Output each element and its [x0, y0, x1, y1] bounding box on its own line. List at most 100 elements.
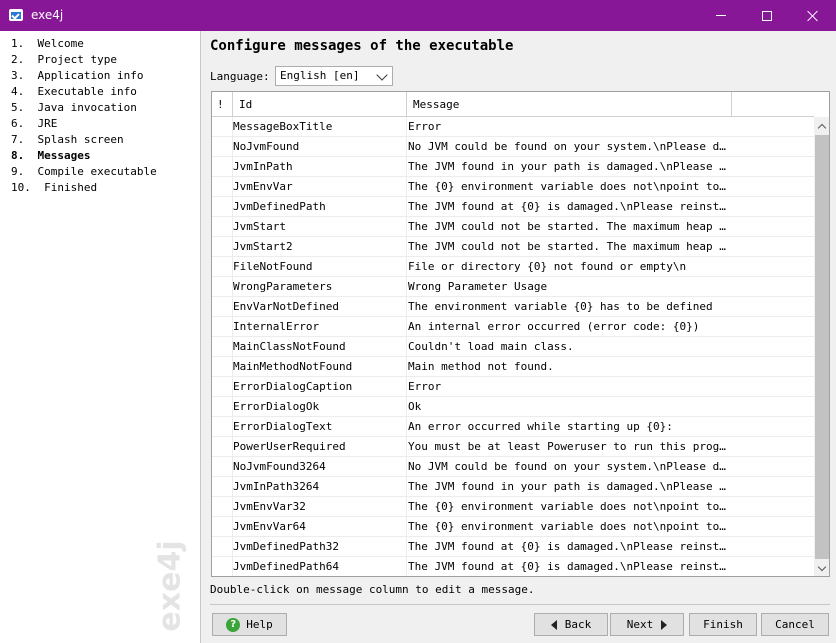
- table-row[interactable]: ErrorDialogOk Ok: [212, 397, 814, 417]
- minimize-button[interactable]: [698, 0, 744, 31]
- table-cell-flag: [212, 337, 233, 357]
- table-cell-id: MessageBoxTitle: [233, 117, 407, 137]
- step-application-info[interactable]: 3. Application info: [11, 68, 143, 84]
- step-java-invocation[interactable]: 5. Java invocation: [11, 100, 137, 116]
- table-cell-message[interactable]: The JVM found at {0} is damaged.\nPlease…: [407, 197, 732, 217]
- finish-button-label: Finish: [703, 618, 743, 631]
- scrollbar-thumb[interactable]: [815, 135, 829, 559]
- table-cell-id: JvmInPath: [233, 157, 407, 177]
- table-cell-message[interactable]: An internal error occurred (error code: …: [407, 317, 732, 337]
- step-finished[interactable]: 10. Finished: [11, 180, 97, 196]
- help-icon: ?: [226, 617, 241, 632]
- column-header-id[interactable]: Id: [233, 92, 407, 117]
- table-row[interactable]: WrongParameters Wrong Parameter Usage: [212, 277, 814, 297]
- step-compile-executable[interactable]: 9. Compile executable: [11, 164, 157, 180]
- column-header-message[interactable]: Message: [407, 92, 732, 117]
- table-row[interactable]: JvmInPath The JVM found in your path is d…: [212, 157, 814, 177]
- table-cell-message[interactable]: You must be at least Poweruser to run th…: [407, 437, 732, 457]
- step-splash-screen[interactable]: 7. Splash screen: [11, 132, 124, 148]
- table-cell-message[interactable]: An error occurred while starting up {0}:: [407, 417, 732, 437]
- table-cell-message[interactable]: Error: [407, 377, 732, 397]
- table-cell-message[interactable]: The JVM found at {0} is damaged.\nPlease…: [407, 537, 732, 557]
- table-row[interactable]: JvmEnvVar The {0} environment variable do…: [212, 177, 814, 197]
- table-row[interactable]: JvmEnvVar64 The {0} environment variable …: [212, 517, 814, 537]
- table-cell-flag: [212, 557, 233, 576]
- table-row[interactable]: JvmDefinedPath64 The JVM found at {0} is …: [212, 557, 814, 576]
- table-row[interactable]: JvmInPath3264 The JVM found in your path …: [212, 477, 814, 497]
- table-cell-message[interactable]: Ok: [407, 397, 732, 417]
- table-cell-id: ErrorDialogCaption: [233, 377, 407, 397]
- table-row[interactable]: MainMethodNotFound Main method not found.: [212, 357, 814, 377]
- table-cell-message[interactable]: The JVM could not be started. The maximu…: [407, 217, 732, 237]
- help-button-label: Help: [246, 618, 273, 631]
- table-cell-id: PowerUserRequired: [233, 437, 407, 457]
- table-cell-message[interactable]: The JVM found in your path is damaged.\n…: [407, 157, 732, 177]
- table-cell-message[interactable]: The {0} environment variable does not\np…: [407, 517, 732, 537]
- back-button[interactable]: Back: [534, 613, 608, 636]
- column-header-flag[interactable]: !: [212, 92, 233, 117]
- table-row[interactable]: ErrorDialogText An error occurred while s…: [212, 417, 814, 437]
- table-row[interactable]: NoJvmFound No JVM could be found on your …: [212, 137, 814, 157]
- step-jre[interactable]: 6. JRE: [11, 116, 57, 132]
- table-row[interactable]: MainClassNotFound Couldn't load main clas…: [212, 337, 814, 357]
- table-row[interactable]: MessageBoxTitle Error: [212, 117, 814, 137]
- table-cell-id: JvmEnvVar32: [233, 497, 407, 517]
- maximize-icon: [762, 10, 772, 21]
- table-row[interactable]: JvmStart2 The JVM could not be started. T…: [212, 237, 814, 257]
- table-row[interactable]: JvmStart The JVM could not be started. Th…: [212, 217, 814, 237]
- table-cell-message[interactable]: The environment variable {0} has to be d…: [407, 297, 732, 317]
- help-button[interactable]: ? Help: [212, 613, 287, 636]
- cancel-button[interactable]: Cancel: [761, 613, 829, 636]
- table-row[interactable]: InternalError An internal error occurred …: [212, 317, 814, 337]
- arrow-left-icon: [550, 619, 557, 630]
- scroll-down-button[interactable]: [814, 560, 829, 576]
- table-row[interactable]: PowerUserRequired You must be at least Po…: [212, 437, 814, 457]
- table-cell-flag: [212, 197, 233, 217]
- table-row[interactable]: EnvVarNotDefined The environment variable…: [212, 297, 814, 317]
- table-row[interactable]: JvmEnvVar32 The {0} environment variable …: [212, 497, 814, 517]
- table-cell-message[interactable]: No JVM could be found on your system.\nP…: [407, 457, 732, 477]
- close-button[interactable]: [790, 0, 836, 31]
- title-bar: exe4j: [0, 0, 836, 31]
- table-cell-message[interactable]: The {0} environment variable does not\np…: [407, 497, 732, 517]
- step-project-type[interactable]: 2. Project type: [11, 52, 117, 68]
- cancel-button-label: Cancel: [775, 618, 815, 631]
- table-cell-message[interactable]: The JVM found in your path is damaged.\n…: [407, 477, 732, 497]
- table-row[interactable]: NoJvmFound3264 No JVM could be found on y…: [212, 457, 814, 477]
- finish-button[interactable]: Finish: [689, 613, 757, 636]
- back-button-label: Back: [564, 618, 592, 631]
- table-cell-flag: [212, 517, 233, 537]
- step-welcome[interactable]: 1. Welcome: [11, 36, 84, 52]
- table-row[interactable]: JvmDefinedPath The JVM found at {0} is da…: [212, 197, 814, 217]
- table-cell-message[interactable]: The JVM could not be started. The maximu…: [407, 237, 732, 257]
- maximize-button[interactable]: [744, 0, 790, 31]
- next-button[interactable]: Next: [610, 613, 684, 636]
- table-cell-flag: [212, 457, 233, 477]
- table-cell-message[interactable]: Error: [407, 117, 732, 137]
- table-cell-flag: [212, 157, 233, 177]
- table-cell-id: JvmDefinedPath32: [233, 537, 407, 557]
- table-cell-message[interactable]: The {0} environment variable does not\np…: [407, 177, 732, 197]
- table-cell-message[interactable]: Couldn't load main class.: [407, 337, 732, 357]
- table-cell-message[interactable]: Main method not found.: [407, 357, 732, 377]
- table-cell-id: JvmStart: [233, 217, 407, 237]
- scroll-up-button[interactable]: [814, 117, 829, 134]
- table-cell-message[interactable]: File or directory {0} not found or empty…: [407, 257, 732, 277]
- table-cell-message[interactable]: Wrong Parameter Usage: [407, 277, 732, 297]
- close-icon: [807, 10, 819, 22]
- table-body: MessageBoxTitle Error NoJvmFound No JVM co…: [212, 117, 814, 576]
- vertical-scrollbar[interactable]: [814, 117, 829, 576]
- step-messages[interactable]: 8. Messages: [11, 148, 90, 164]
- table-header: ! Id Message: [212, 92, 814, 117]
- table-cell-flag: [212, 317, 233, 337]
- step-executable-info[interactable]: 4. Executable info: [11, 84, 137, 100]
- window-title: exe4j: [31, 8, 64, 22]
- table-cell-flag: [212, 477, 233, 497]
- table-row[interactable]: ErrorDialogCaption Error: [212, 377, 814, 397]
- table-row[interactable]: FileNotFound File or directory {0} not fo…: [212, 257, 814, 277]
- table-row[interactable]: JvmDefinedPath32 The JVM found at {0} is …: [212, 537, 814, 557]
- language-select[interactable]: English [en]: [275, 66, 393, 86]
- table-cell-message[interactable]: No JVM could be found on your system.\nP…: [407, 137, 732, 157]
- table-cell-message[interactable]: The JVM found at {0} is damaged.\nPlease…: [407, 557, 732, 576]
- table-cell-flag: [212, 357, 233, 377]
